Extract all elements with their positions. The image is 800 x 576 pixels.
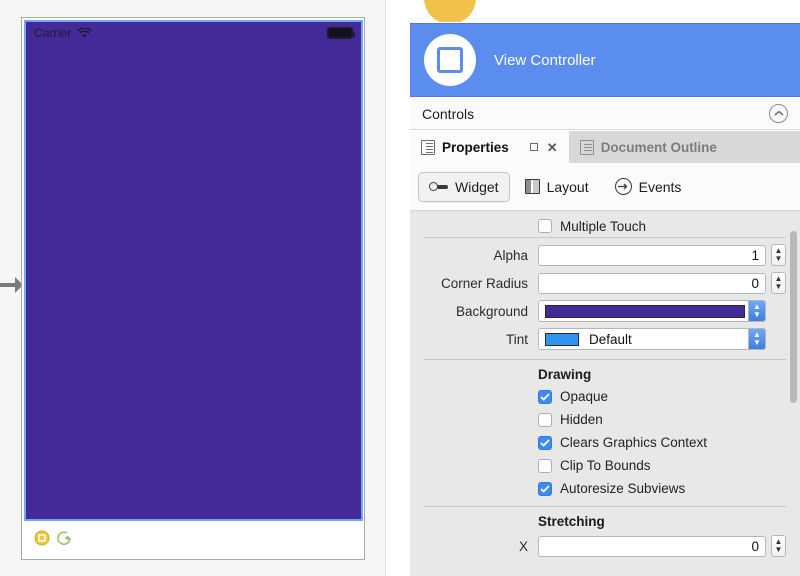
background-label: Background [455, 303, 528, 319]
carrier-label: Carrier [34, 26, 72, 40]
simulated-status-bar: Carrier [26, 22, 361, 44]
alpha-stepper[interactable]: ▲ ▼ [771, 244, 786, 266]
clears-graphics-context-label: Clears Graphics Context [560, 435, 708, 450]
restore-window-icon[interactable] [529, 143, 538, 151]
device-preview[interactable]: Carrier [21, 17, 365, 560]
drawing-section-title: Drawing [538, 367, 592, 382]
pane-divider[interactable] [385, 0, 386, 576]
events-arrow-icon [614, 178, 632, 195]
battery-icon [327, 27, 355, 39]
view-canvas[interactable]: Carrier [24, 20, 363, 521]
background-color-popup[interactable]: ▲ ▼ [538, 300, 766, 322]
tint-row: Tint Default ▲ ▼ [410, 325, 800, 353]
tab-document-outline-label: Document Outline [600, 139, 717, 155]
clip-to-bounds-label: Clip To Bounds [560, 458, 651, 473]
stretching-section-title: Stretching [538, 514, 605, 529]
divider [424, 237, 786, 238]
tint-value-label: Default [589, 331, 632, 347]
scene-node-glyph-icon [435, 0, 465, 6]
inspector-tab-strip: Properties ✕ Document Outline [410, 131, 800, 163]
properties-scrollbar[interactable] [790, 231, 797, 403]
drawing-clip-to-bounds-row[interactable]: Clip To Bounds [410, 454, 800, 477]
chevron-updown-icon[interactable]: ▲ ▼ [748, 301, 765, 321]
inspector-mode-bar: Widget Layout Events [410, 163, 800, 211]
close-icon[interactable]: ✕ [547, 141, 558, 154]
multiple-touch-label: Multiple Touch [560, 218, 647, 234]
multiple-touch-row[interactable]: Multiple Touch [410, 211, 800, 237]
tint-label: Tint [505, 331, 528, 347]
stretching-x-row: X 0 ▲ ▼ [410, 532, 800, 560]
tab-window-controls: ✕ [529, 141, 558, 154]
view-controller-glyph [437, 47, 463, 73]
properties-icon [421, 139, 435, 155]
drawing-clears-graphics-context-row[interactable]: Clears Graphics Context [410, 431, 800, 454]
properties-form: Multiple Touch Alpha 1 ▲ ▼ Corner Radius … [410, 211, 800, 576]
controls-section-header[interactable]: Controls [410, 98, 800, 130]
opaque-checkbox[interactable] [538, 389, 552, 404]
drawing-autoresize-subviews-row[interactable]: Autoresize Subviews [410, 477, 800, 500]
tab-properties[interactable]: Properties ✕ [410, 131, 569, 163]
mode-widget-label: Widget [455, 178, 499, 195]
hidden-checkbox[interactable] [538, 412, 552, 427]
outline-row-label: View Controller [494, 51, 596, 69]
clears-graphics-context-checkbox[interactable] [538, 435, 552, 450]
chevron-updown-icon[interactable]: ▲ ▼ [748, 329, 765, 349]
tint-color-swatch [545, 332, 579, 346]
document-outline-icon [579, 139, 594, 155]
view-controller-dot-icon[interactable] [34, 530, 50, 551]
view-controller-icon [424, 34, 476, 86]
widget-icon [429, 181, 448, 192]
mode-widget-button[interactable]: Widget [418, 171, 510, 202]
wifi-icon [77, 27, 93, 39]
background-color-swatch [545, 304, 745, 318]
corner-radius-stepper[interactable]: ▲ ▼ [771, 272, 786, 294]
autoresize-subviews-checkbox[interactable] [538, 481, 552, 496]
background-row: Background ▲ ▼ [410, 297, 800, 325]
controls-section-label: Controls [422, 105, 475, 122]
hidden-label: Hidden [560, 412, 603, 427]
tint-color-popup[interactable]: Default ▲ ▼ [538, 328, 766, 350]
stretching-x-input[interactable]: 0 [538, 535, 766, 557]
alpha-row: Alpha 1 ▲ ▼ [410, 241, 800, 269]
tab-document-outline[interactable]: Document Outline [569, 131, 728, 163]
corner-radius-row: Corner Radius 0 ▲ ▼ [410, 269, 800, 297]
tab-properties-label: Properties [442, 139, 509, 155]
mode-events-button[interactable]: Events [604, 172, 693, 202]
outline-row-view-controller[interactable]: View Controller [410, 23, 800, 97]
stretching-x-label: X [518, 538, 528, 554]
chevron-up-circle-icon[interactable] [769, 104, 788, 123]
divider [424, 359, 786, 360]
alpha-input[interactable]: 1 [538, 244, 766, 266]
drawing-opaque-row[interactable]: Opaque [410, 385, 800, 408]
autoresize-subviews-label: Autoresize Subviews [560, 481, 686, 496]
clip-to-bounds-checkbox[interactable] [538, 458, 552, 473]
mode-events-label: Events [638, 178, 682, 195]
drawing-hidden-row[interactable]: Hidden [410, 408, 800, 431]
layout-icon [524, 179, 540, 194]
mode-layout-button[interactable]: Layout [514, 172, 600, 202]
scene-dock-toolbar [24, 523, 363, 557]
app-window: Carrier View Controller Controls Propert… [0, 0, 800, 576]
exit-segue-icon[interactable] [56, 530, 72, 551]
multiple-touch-checkbox[interactable] [538, 219, 552, 233]
mode-layout-label: Layout [546, 178, 589, 195]
design-canvas-pane: Carrier [0, 0, 386, 576]
divider [424, 506, 786, 507]
alpha-label: Alpha [493, 247, 528, 263]
opaque-label: Opaque [560, 389, 609, 404]
corner-radius-label: Corner Radius [440, 275, 528, 291]
inspector-pane: View Controller Controls Properties ✕ Do… [410, 0, 800, 576]
corner-radius-input[interactable]: 0 [538, 272, 766, 294]
outline-partial-node [410, 0, 800, 22]
stretching-x-stepper[interactable]: ▲ ▼ [771, 535, 786, 557]
